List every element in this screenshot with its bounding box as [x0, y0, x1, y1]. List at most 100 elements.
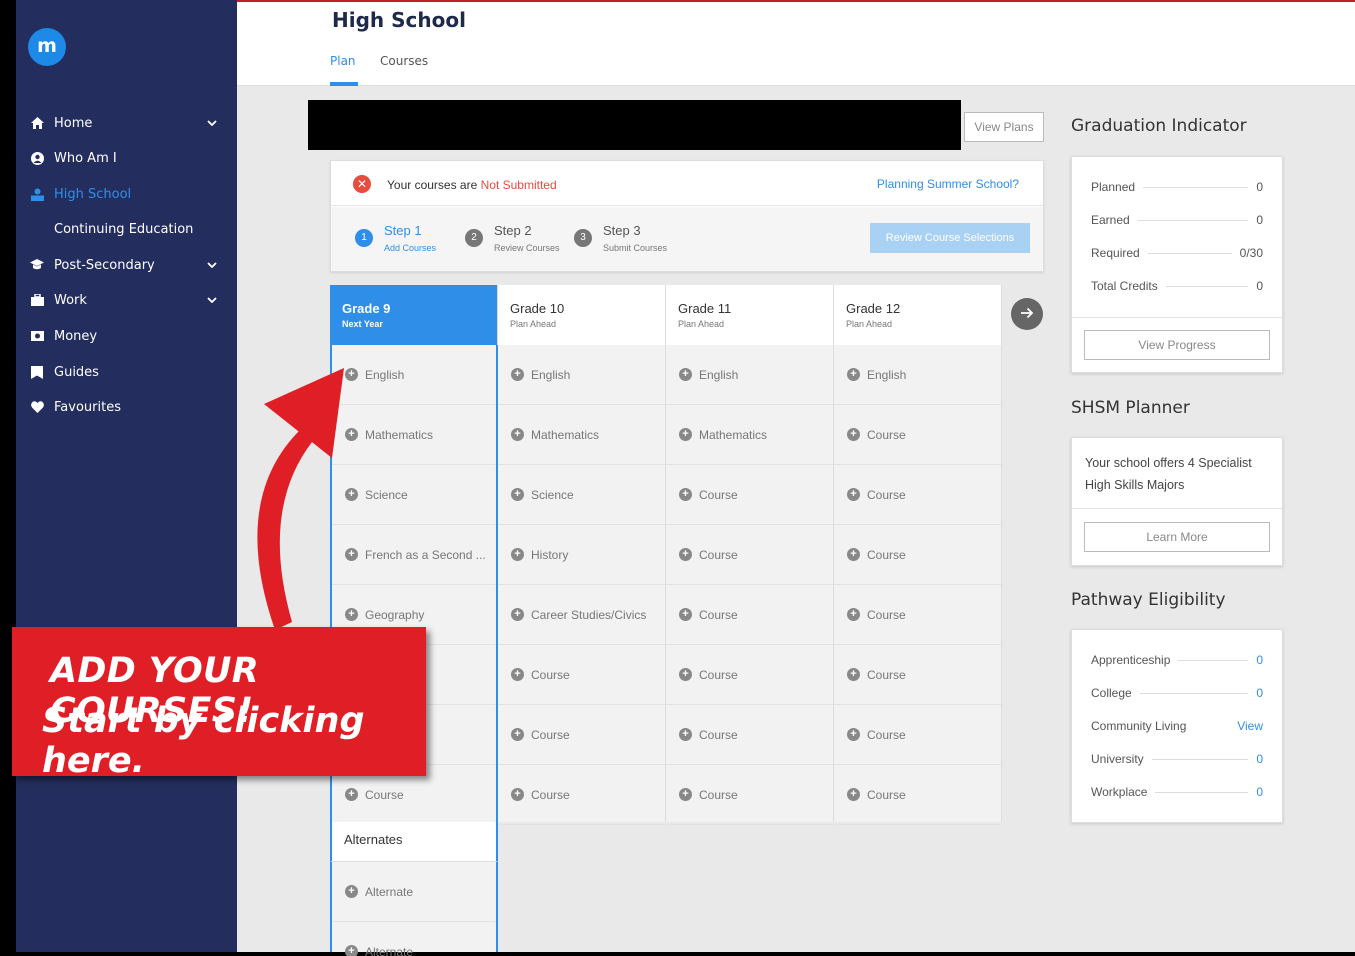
alternates-header: Alternates [330, 822, 498, 862]
kv-label: Planned [1091, 180, 1136, 194]
step-1-subtitle: Add Courses [384, 243, 437, 253]
plus-circle-icon: + [345, 885, 358, 898]
course-cell[interactable]: + Course [834, 405, 1001, 465]
callout-line-2: Start by clicking here. [42, 701, 365, 781]
step-3-title[interactable]: Step 3 [603, 223, 641, 238]
course-cell[interactable]: + History [498, 525, 665, 585]
sidebar-item-label: Work [54, 292, 87, 308]
alternate-cell[interactable]: + Alternate [332, 862, 496, 922]
alternate-cell[interactable]: + Alternate [332, 922, 496, 956]
sidebar-item-high-school[interactable]: High School [16, 180, 237, 208]
grade-12-header[interactable]: Grade 12 Plan Ahead [834, 285, 1002, 345]
kv-label: University [1091, 752, 1144, 766]
plus-circle-icon: + [847, 368, 860, 381]
next-grades-arrow-button[interactable] [1011, 298, 1043, 330]
kv-value[interactable]: 0 [1256, 785, 1263, 799]
course-cell[interactable]: + Course [498, 645, 665, 705]
pathway-eligibility-panel: Apprenticeship 0 College 0 Community Livin… [1071, 629, 1283, 823]
grade-10-header[interactable]: Grade 10 Plan Ahead [498, 285, 666, 345]
cell-label: Alternate [365, 884, 414, 899]
course-cell[interactable]: + Science [498, 465, 665, 525]
course-cell[interactable]: + Course [834, 525, 1001, 585]
course-cell[interactable]: + English [834, 345, 1001, 405]
cell-label: English [699, 367, 739, 382]
course-cell[interactable]: + Course [666, 585, 833, 645]
page-header: High School Plan Courses [237, 0, 1355, 86]
course-cell[interactable]: + Course [834, 465, 1001, 525]
sidebar-item-home[interactable]: Home [16, 109, 237, 137]
cell-label: Science [365, 487, 408, 502]
course-cell[interactable]: + Course [834, 585, 1001, 645]
kv-value[interactable]: 0 [1256, 653, 1263, 667]
course-cell[interactable]: + Course [834, 705, 1001, 765]
course-cell[interactable]: + Mathematics [666, 405, 833, 465]
kv-label: Required [1091, 246, 1140, 260]
kv-value[interactable]: 0 [1256, 752, 1263, 766]
course-cell[interactable]: + Course [666, 645, 833, 705]
grade-11-header[interactable]: Grade 11 Plan Ahead [666, 285, 834, 345]
sidebar-item-guides[interactable]: Guides [16, 358, 237, 386]
cell-label: Alternate [365, 944, 414, 956]
course-cell[interactable]: + Course [666, 525, 833, 585]
course-cell[interactable]: + Career Studies/Civics [498, 585, 665, 645]
grade-11-column: + English + Mathematics + Course + Course + Cours… [666, 345, 834, 825]
review-course-selections-button[interactable]: Review Course Selections [870, 223, 1030, 253]
divider [1072, 508, 1282, 509]
course-cell[interactable]: + Course [666, 705, 833, 765]
arrow-right-icon [1021, 307, 1034, 319]
plus-circle-icon: + [511, 668, 524, 681]
course-cell[interactable]: + English [498, 345, 665, 405]
grade-9-header[interactable]: Grade 9 Next Year [330, 285, 498, 345]
kv-label: Earned [1091, 213, 1130, 227]
learn-more-button[interactable]: Learn More [1084, 522, 1270, 552]
cell-label: Science [531, 487, 574, 502]
step-1-title[interactable]: Step 1 [384, 223, 422, 238]
step-2-title[interactable]: Step 2 [494, 223, 532, 238]
sidebar-item-label: Who Am I [54, 150, 117, 166]
tab-courses[interactable]: Courses [380, 54, 428, 68]
cell-label: Mathematics [531, 427, 600, 442]
view-progress-button[interactable]: View Progress [1084, 330, 1270, 360]
kv-label: College [1091, 686, 1132, 700]
sidebar-item-money[interactable]: Money [16, 322, 237, 350]
course-cell[interactable]: + Mathematics [498, 405, 665, 465]
view-link[interactable]: View [1237, 719, 1263, 733]
shsm-description: Your school offers 4 Specialist High Ski… [1085, 456, 1252, 492]
kv-value: 0 [1256, 279, 1263, 293]
plus-circle-icon: + [679, 788, 692, 801]
course-cell[interactable]: + Course [498, 765, 665, 825]
course-cell[interactable]: + Course [834, 645, 1001, 705]
grade-subtitle: Plan Ahead [846, 319, 893, 329]
cell-label: Course [867, 427, 906, 442]
sidebar-item-who-am-i[interactable]: Who Am I [16, 144, 237, 172]
cell-label: English [531, 367, 571, 382]
myblueprint-logo[interactable]: m [28, 28, 66, 66]
cell-label: Mathematics [365, 427, 434, 442]
plus-circle-icon: + [679, 548, 692, 561]
cell-label: Career Studies/Civics [531, 607, 647, 622]
sidebar-item-continuing-education[interactable]: Continuing Education [16, 215, 237, 243]
grade-10-column: + English + Mathematics + Science + History + Car… [498, 345, 666, 825]
cell-label: Course [531, 727, 570, 742]
plus-circle-icon: + [511, 488, 524, 501]
course-cell[interactable]: + Course [666, 765, 833, 825]
graduation-cap-icon [30, 258, 44, 272]
sidebar-item-favourites[interactable]: Favourites [16, 393, 237, 421]
school-icon [30, 187, 44, 201]
plus-circle-icon: + [679, 488, 692, 501]
kv-label: Apprenticeship [1091, 653, 1171, 667]
sidebar-item-post-secondary[interactable]: Post-Secondary [16, 251, 237, 279]
course-cell[interactable]: + English [666, 345, 833, 405]
view-plans-button[interactable]: View Plans [964, 112, 1044, 142]
planned-row: Planned 0 [1091, 179, 1263, 195]
course-cell[interactable]: + Course [834, 765, 1001, 825]
sidebar-item-work[interactable]: Work [16, 286, 237, 314]
university-row: University 0 [1091, 751, 1263, 767]
kv-value[interactable]: 0 [1256, 686, 1263, 700]
course-cell[interactable]: + Course [666, 465, 833, 525]
person-circle-icon [30, 151, 44, 165]
course-cell[interactable]: + Course [498, 705, 665, 765]
planning-summer-school-link[interactable]: Planning Summer School? [877, 177, 1019, 191]
tab-plan[interactable]: Plan [330, 54, 356, 68]
cell-label: Course [531, 787, 570, 802]
